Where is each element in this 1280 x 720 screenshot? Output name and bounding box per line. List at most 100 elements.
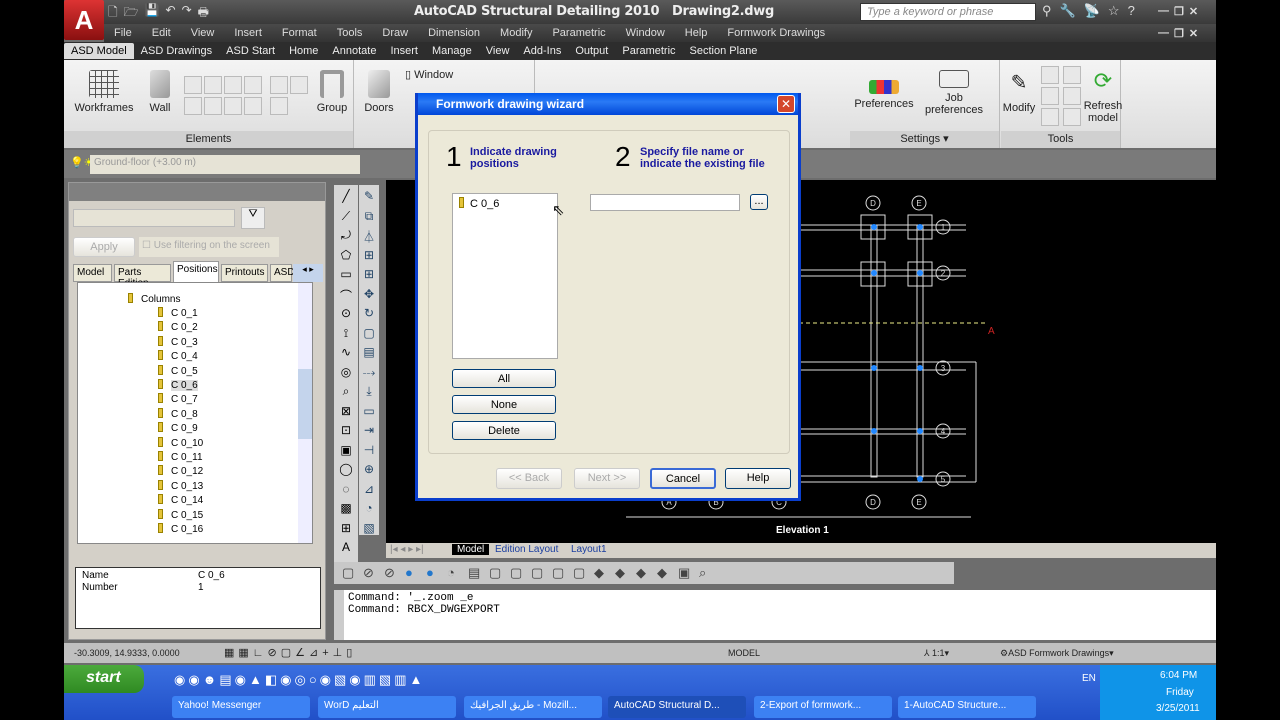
draw-tool-icon[interactable]: ⊞ (337, 521, 355, 535)
draw-tool-icon[interactable]: ⬠ (337, 248, 355, 262)
restore-icon[interactable]: ❐ (1174, 5, 1184, 18)
slab-icon[interactable] (224, 76, 242, 94)
menu-edit[interactable]: Edit (142, 27, 181, 39)
tree-node[interactable]: C 0_12 (158, 465, 203, 479)
panel-grip[interactable] (69, 183, 325, 201)
apply-button[interactable]: Apply (73, 237, 135, 257)
tab-parametric[interactable]: Parametric (615, 43, 682, 59)
draw-tool-icon[interactable]: A (337, 540, 355, 554)
menu-tools[interactable]: Tools (327, 27, 373, 39)
quick-launch-icons[interactable]: ◉◉☻▤◉▲◧◉◎○◉▧◉▥▧▥▲ (174, 672, 425, 688)
group-button[interactable]: Group (314, 70, 350, 114)
application-menu-button[interactable]: A (64, 0, 104, 40)
cancel-button[interactable]: Cancel (650, 468, 716, 489)
panel-title[interactable]: Settings ▾ (850, 131, 999, 148)
delete-button[interactable]: Delete (452, 421, 556, 440)
draw-tool-icon[interactable]: ⊙ (337, 306, 355, 320)
draw-tool-icon[interactable]: ◎ (337, 365, 355, 379)
menu-modify[interactable]: Modify (490, 27, 542, 39)
view-tool-icon[interactable]: ▢ (489, 565, 501, 581)
layout-tab-model[interactable]: Model (452, 544, 490, 555)
filter-icon[interactable]: ⛛ (241, 207, 265, 229)
menu-file[interactable]: File (104, 27, 142, 39)
next-button[interactable]: Next >> (574, 468, 640, 489)
tab-printouts[interactable]: Printouts (221, 264, 268, 282)
refresh-model-button[interactable]: ⟳ Refresh model (1083, 68, 1123, 124)
help-icon[interactable]: ? (1128, 3, 1135, 19)
tree-node[interactable]: C 0_16 (158, 523, 203, 537)
dialog-close-button[interactable]: ✕ (777, 95, 795, 113)
view-tool-icon[interactable]: ▢ (552, 565, 564, 581)
draw-tool-icon[interactable]: ▣ (337, 443, 355, 457)
tree-scrollbar[interactable] (298, 283, 312, 543)
opening-icon[interactable] (204, 97, 222, 115)
view-tool-icon[interactable]: ◆ (636, 565, 646, 581)
edit-icon[interactable] (1041, 87, 1059, 105)
close-icon[interactable]: ✕ (1189, 5, 1198, 18)
footing-icon[interactable] (184, 97, 202, 115)
menu-window[interactable]: Window (616, 27, 675, 39)
modify-tool-icon[interactable]: ⊕ (361, 462, 377, 476)
modify-tool-icon[interactable]: ⊞ (361, 267, 377, 281)
draw-tool-icon[interactable]: ▩ (337, 501, 355, 515)
link-icon[interactable] (1063, 108, 1081, 126)
tree-node[interactable]: C 0_8 (158, 407, 198, 422)
tree-node[interactable]: C 0_9 (158, 422, 198, 436)
job-preferences-button[interactable]: Job preferences (922, 70, 986, 116)
tab-scroll-arrows[interactable]: ◂ ▸ (293, 264, 323, 282)
tree-node[interactable]: C 0_11 (158, 451, 203, 465)
model-toggle[interactable]: MODEL (728, 648, 760, 658)
tab-manage[interactable]: Manage (425, 43, 479, 59)
preferences-button[interactable]: Preferences (854, 70, 914, 110)
tab-asd-drawings[interactable]: ASD Drawings (134, 43, 220, 59)
taskbar-button[interactable]: 1-AutoCAD Structure... (898, 696, 1036, 718)
doors-button[interactable]: Doors (361, 70, 397, 114)
tree-node[interactable]: C 0_5 (158, 364, 198, 379)
modify-tool-icon[interactable]: ⧉ (361, 209, 377, 224)
close-icon[interactable]: ✕ (1189, 27, 1198, 40)
list-item[interactable]: C 0_6 (453, 194, 557, 213)
modify-tool-icon[interactable]: ▤ (361, 345, 377, 359)
tree-node[interactable]: C 0_13 (158, 479, 203, 494)
draw-tool-icon[interactable]: ◯ (337, 462, 355, 476)
draw-tool-icon[interactable]: ▭ (337, 267, 355, 281)
view-tool-icon[interactable]: ▤ (468, 565, 480, 581)
draw-tool-icon[interactable]: ⌕ (337, 384, 355, 399)
view-tool-icon[interactable]: ◔ (447, 565, 455, 580)
minimize-icon[interactable]: — (1158, 27, 1169, 40)
tree-node[interactable]: C 0_10 (158, 436, 203, 451)
view-tool-icon[interactable]: ⌕ (699, 565, 706, 581)
block-icon[interactable] (224, 97, 242, 115)
file-name-input[interactable] (590, 194, 740, 211)
menu-dimension[interactable]: Dimension (418, 27, 490, 39)
language-indicator[interactable]: EN (1082, 673, 1096, 684)
modify-tool-icon[interactable]: ⊞ (361, 248, 377, 262)
redo-icon[interactable]: ↷ (182, 3, 192, 21)
search-input[interactable]: Type a keyword or phrase (860, 3, 1036, 21)
tab-annotate[interactable]: Annotate (325, 43, 383, 59)
view-tool-icon[interactable]: ⊘ (384, 565, 395, 581)
workframes-button[interactable]: Workframes (74, 70, 134, 114)
check-column-icon[interactable] (1041, 66, 1059, 84)
wrench-icon[interactable]: 🔧 (1060, 3, 1076, 19)
draw-tool-icon[interactable]: ⊠ (337, 404, 355, 418)
modify-tool-icon[interactable]: ⊿ (361, 482, 377, 496)
save-icon[interactable]: 💾 (145, 3, 160, 21)
modify-tool-icon[interactable]: ↻ (361, 306, 377, 320)
tab-model[interactable]: Model (73, 264, 112, 282)
view-tool-icon[interactable]: ● (405, 565, 413, 580)
layout-nav-arrows[interactable]: |◂ ◂ ▸ ▸| (390, 544, 424, 555)
taskbar-button[interactable]: AutoCAD Structural D... (608, 696, 746, 718)
tab-positions[interactable]: Positions (173, 261, 219, 282)
tree-node[interactable]: C 0_3 (158, 335, 198, 350)
command-line[interactable]: Command: '_.zoom _e Command: RBCX_DWGEXPO… (334, 590, 1216, 640)
view-tool-icon[interactable]: ◆ (594, 565, 604, 581)
tab-parts-edition[interactable]: Parts Edition (114, 264, 171, 289)
taskbar-button[interactable]: طريق الجرافيك - Mozill... (464, 696, 602, 718)
draw-tool-icon[interactable]: ◌ (337, 482, 355, 496)
layout-tab-layout1[interactable]: Layout1 (566, 544, 612, 555)
modify-button[interactable]: ✎ Modify (1001, 70, 1037, 114)
view-tool-icon[interactable]: ◆ (615, 565, 625, 581)
stair-icon[interactable] (244, 76, 262, 94)
undo-icon[interactable]: ↶ (166, 3, 176, 21)
